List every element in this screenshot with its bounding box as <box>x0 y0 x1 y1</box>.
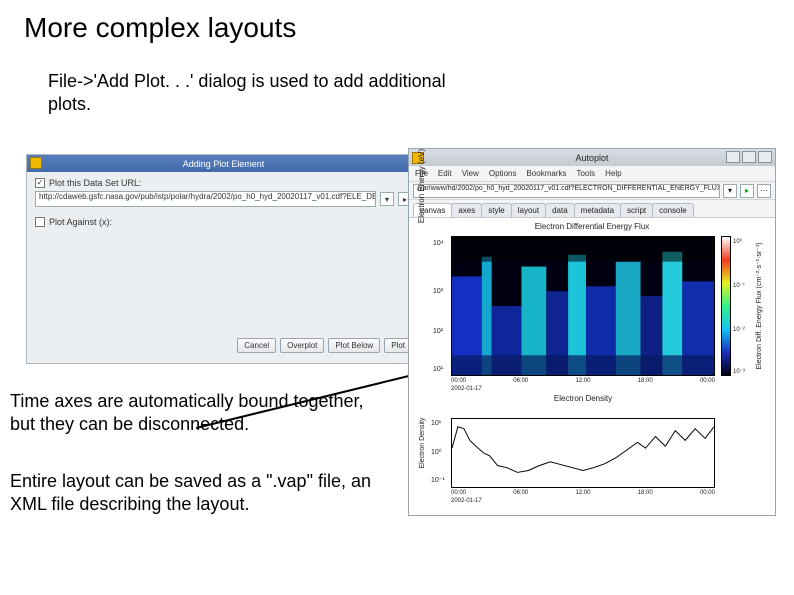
add-plot-dialog: Adding Plot Element ✓ Plot this Data Set… <box>26 154 421 364</box>
xtick: 00:00 <box>451 378 466 384</box>
ytick: 10¹ <box>431 420 441 427</box>
tab-bar: canvas axes style layout data metadata s… <box>409 200 775 218</box>
xtick: 00:00 <box>700 490 715 496</box>
plot-against-checkbox[interactable] <box>35 217 45 227</box>
overplot-button[interactable]: Overplot <box>280 338 324 353</box>
ytick: 10⁴ <box>433 240 444 247</box>
lineplot-svg <box>452 419 714 487</box>
plot1-title: Electron Differential Energy Flux <box>409 222 775 231</box>
plot1-xsub: 2002-01-17 <box>451 386 482 392</box>
menu-options[interactable]: Options <box>489 169 517 178</box>
maximize-button[interactable] <box>742 151 756 163</box>
autoplot-titlebar[interactable]: Autoplot <box>409 149 775 166</box>
url-input[interactable]: http://cdaweb.gsfc.nasa.gov/pub/istp/pol… <box>35 191 376 207</box>
plot1-ylabel: Electron Energy (eV) <box>417 116 426 256</box>
menu-tools[interactable]: Tools <box>576 169 595 178</box>
plot-url-checkbox[interactable]: ✓ <box>35 178 45 188</box>
cbar-tick: 10⁰ <box>733 238 742 245</box>
minimize-button[interactable] <box>726 151 740 163</box>
xtick: 00:00 <box>451 490 466 496</box>
plot-canvas[interactable]: Electron Differential Energy Flux Electr… <box>409 218 775 515</box>
xtick: 06:00 <box>513 490 528 496</box>
slide-title: More complex layouts <box>24 12 296 44</box>
dialog-title: Adding Plot Element <box>183 159 265 169</box>
plot2-ylabel: Electron Density <box>419 408 426 478</box>
cbar-tick: 10⁻² <box>733 326 745 333</box>
plot-url-label: Plot this Data Set URL: <box>49 178 142 188</box>
plot-url-checkbox-row: ✓ Plot this Data Set URL: <box>35 178 412 188</box>
tab-layout[interactable]: layout <box>511 203 546 217</box>
ytick: 10² <box>433 328 443 335</box>
menu-bar: File Edit View Options Bookmarks Tools H… <box>409 166 775 182</box>
autoplot-window: Autoplot File Edit View Options Bookmark… <box>408 148 776 516</box>
plot1-xticks: 00:00 06:00 12:00 18:00 00:00 <box>451 378 715 384</box>
xtick: 18:00 <box>638 378 653 384</box>
dialog-titlebar[interactable]: Adding Plot Element <box>27 155 420 172</box>
paragraph-vap-file: Entire layout can be saved as a ".vap" f… <box>10 470 380 515</box>
spectrogram-plot[interactable] <box>451 236 715 376</box>
menu-help[interactable]: Help <box>605 169 621 178</box>
menu-edit[interactable]: Edit <box>438 169 452 178</box>
address-input[interactable]: /var/www/hd/2002/po_h0_hyd_20020117_v01.… <box>413 184 720 198</box>
tab-data[interactable]: data <box>545 203 575 217</box>
colorbar-label: Electron Diff. Energy Flux (cm⁻²·s⁻¹·sr⁻… <box>755 236 763 376</box>
xtick: 18:00 <box>638 490 653 496</box>
menu-bookmarks[interactable]: Bookmarks <box>526 169 566 178</box>
xtick: 00:00 <box>700 378 715 384</box>
plot-against-label: Plot Against (x): <box>49 217 112 227</box>
dropdown-button[interactable]: ▾ <box>380 192 394 206</box>
tab-metadata[interactable]: metadata <box>574 203 621 217</box>
intro-paragraph: File->'Add Plot. . .' dialog is used to … <box>48 70 448 117</box>
plot-below-button[interactable]: Plot Below <box>328 338 380 353</box>
plot1-xlabel: Electron Density <box>451 394 715 403</box>
ytick: 10¹ <box>433 366 443 373</box>
spectrogram-svg <box>452 237 714 375</box>
tab-style[interactable]: style <box>481 203 511 217</box>
plot2-xsub: 2002-01-17 <box>451 498 482 504</box>
go-button[interactable]: ▸ <box>740 184 754 198</box>
tab-script[interactable]: script <box>620 203 653 217</box>
cbar-tick: 10⁻³ <box>733 368 745 375</box>
tab-axes[interactable]: axes <box>451 203 482 217</box>
close-button[interactable] <box>758 151 772 163</box>
ytick: 10⁰ <box>431 448 442 456</box>
xtick: 06:00 <box>513 378 528 384</box>
address-bar: /var/www/hd/2002/po_h0_hyd_20020117_v01.… <box>409 182 775 200</box>
cbar-tick: 10⁻¹ <box>733 282 745 289</box>
cancel-button[interactable]: Cancel <box>237 338 276 353</box>
plot2-xticks: 00:00 06:00 12:00 18:00 00:00 <box>451 490 715 496</box>
inspect-button[interactable]: ⋯ <box>757 184 771 198</box>
ytick: 10³ <box>433 288 443 295</box>
menu-view[interactable]: View <box>462 169 479 178</box>
app-icon <box>30 157 42 169</box>
tab-console[interactable]: console <box>652 203 694 217</box>
ytick: 10⁻¹ <box>431 476 445 484</box>
colorbar <box>721 236 731 376</box>
xtick: 12:00 <box>575 378 590 384</box>
xtick: 12:00 <box>575 490 590 496</box>
density-line-plot[interactable] <box>451 418 715 488</box>
autoplot-title: Autoplot <box>575 153 608 163</box>
plot-against-checkbox-row: Plot Against (x): <box>35 217 412 227</box>
address-dropdown-button[interactable]: ▾ <box>723 184 737 198</box>
